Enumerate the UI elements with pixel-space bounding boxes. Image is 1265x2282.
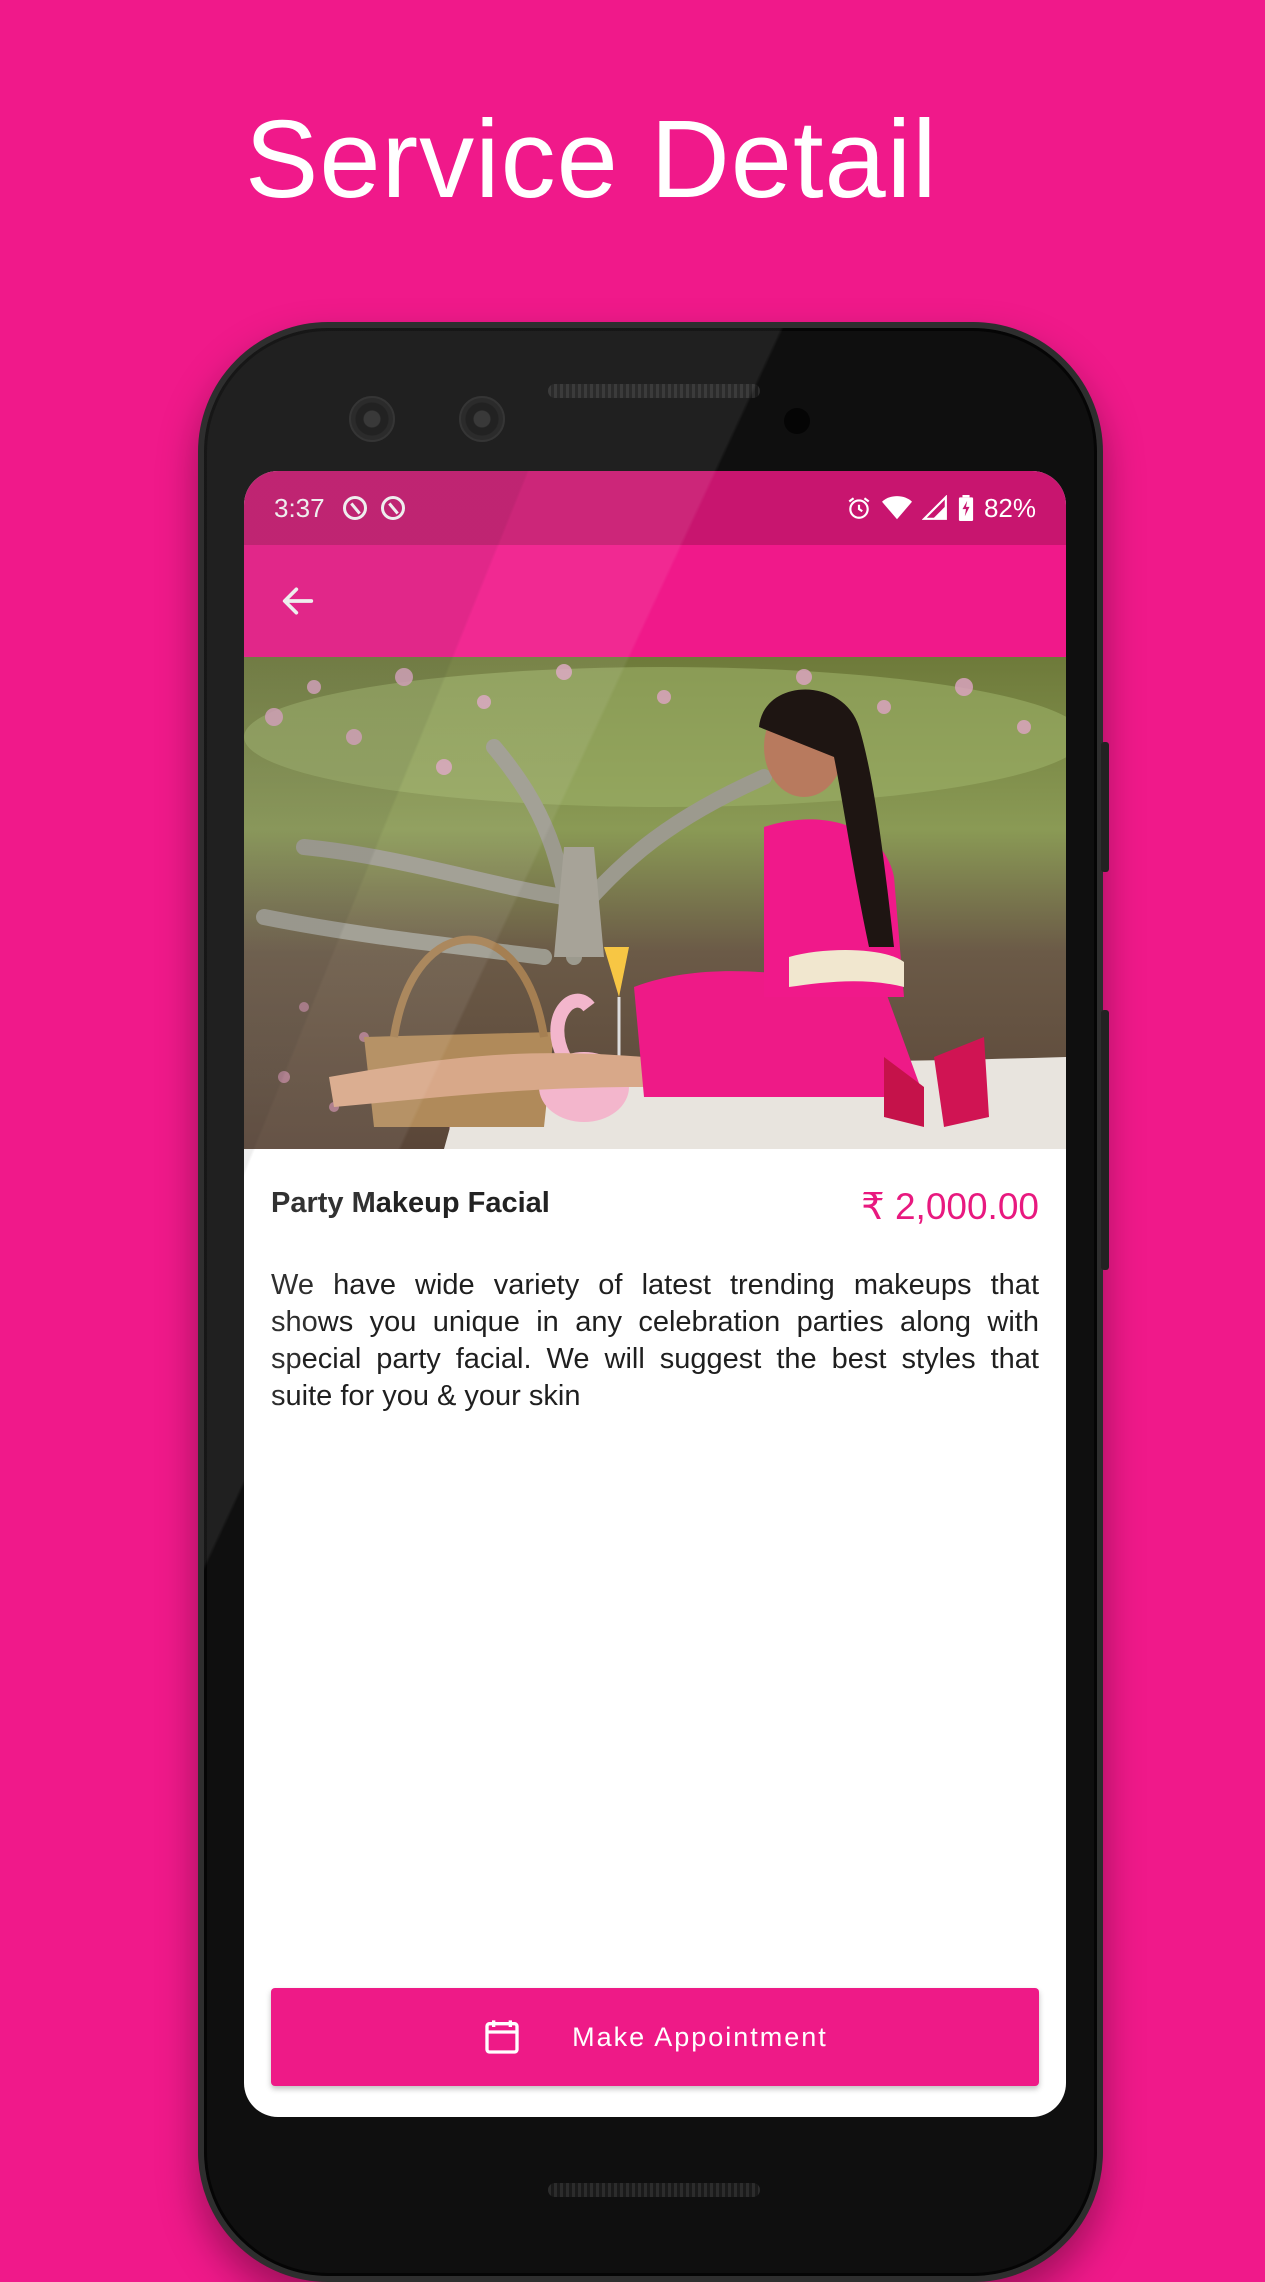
phone-side-button <box>1101 742 1109 872</box>
bottom-speaker <box>548 2183 760 2197</box>
arrow-left-icon[interactable] <box>278 581 318 621</box>
alarm-icon <box>848 497 870 519</box>
app-bar <box>244 545 1066 657</box>
proximity-sensor <box>784 408 810 434</box>
status-icons: 82% <box>846 493 1036 524</box>
status-bar: 3:37 82% <box>244 471 1066 545</box>
phone-side-button <box>1101 1010 1109 1270</box>
calendar-icon <box>485 2020 519 2054</box>
page-title: Service Detail <box>245 98 938 221</box>
battery-percentage: 82% <box>983 492 1036 523</box>
make-appointment-label: Make Appointment <box>572 2021 828 2052</box>
service-price: ₹ 2,000.00 <box>861 1186 1039 1227</box>
front-camera <box>349 396 395 442</box>
service-description: We have wide variety of latest trending … <box>271 1269 1039 1412</box>
status-time: 3:37 <box>274 492 325 523</box>
app-screen: 3:37 82% Party Makeup Facial ₹ 2,000.00 … <box>244 471 1066 2117</box>
front-sensor <box>459 396 505 442</box>
notification-icon <box>342 496 367 520</box>
service-name: Party Makeup Facial <box>271 1187 550 1219</box>
make-appointment-button[interactable]: Make Appointment <box>271 1988 1039 2086</box>
wifi-icon <box>881 496 912 520</box>
phone-frame: 3:37 82% Party Makeup Facial ₹ 2,000.00 … <box>198 322 1103 2282</box>
service-image <box>244 657 1066 1149</box>
signal-icon <box>921 495 947 520</box>
battery-icon <box>958 495 974 521</box>
earpiece-speaker <box>548 384 760 398</box>
notification-icon <box>380 496 405 520</box>
